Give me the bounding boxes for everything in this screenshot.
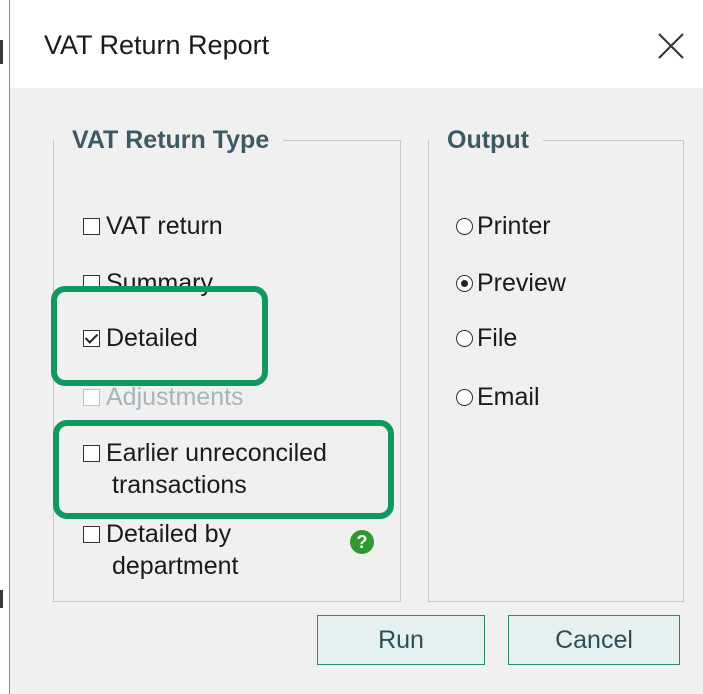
radio-circle	[456, 389, 473, 406]
checkbox-label: Summary	[106, 269, 213, 297]
radio-label: Printer	[477, 212, 551, 240]
checkbox-box	[83, 218, 100, 235]
checkbox-detailed[interactable]: Detailed	[83, 324, 198, 352]
cancel-button[interactable]: Cancel	[508, 615, 680, 665]
radio-label: Preview	[477, 269, 566, 297]
title-bar: VAT Return Report	[10, 0, 703, 88]
question-mark-icon[interactable]: ?	[350, 530, 374, 554]
checkbox-label-line2: transactions	[112, 471, 247, 499]
checkbox-label: Adjustments	[106, 383, 244, 411]
checkbox-detailed-by-department[interactable]: Detailed by department	[83, 520, 238, 580]
vat-return-report-dialog: VAT Return Report VAT Return Type VAT re…	[9, 0, 703, 694]
checkbox-label: Detailed by	[106, 520, 232, 548]
radio-circle	[456, 330, 473, 347]
close-button[interactable]	[653, 28, 689, 64]
checkbox-label: Earlier unreconciled	[106, 439, 327, 467]
radio-email[interactable]: Email	[456, 383, 540, 411]
radio-preview[interactable]: Preview	[456, 269, 566, 297]
vat-return-type-legend: VAT Return Type	[54, 125, 284, 155]
checkbox-box	[83, 526, 100, 543]
checkbox-box	[83, 275, 100, 292]
checkbox-box	[83, 389, 100, 406]
radio-printer[interactable]: Printer	[456, 212, 551, 240]
radio-label: File	[477, 324, 518, 352]
checkbox-earlier-unreconciled[interactable]: Earlier unreconciled transactions	[83, 439, 327, 499]
radio-label: Email	[477, 383, 540, 411]
checkbox-box-checked	[83, 330, 100, 347]
run-button[interactable]: Run	[317, 615, 485, 665]
close-icon	[658, 33, 684, 59]
background-edge-mark	[0, 590, 3, 608]
radio-file[interactable]: File	[456, 324, 517, 352]
checkbox-adjustments: Adjustments	[83, 383, 244, 411]
output-group: Output	[428, 125, 684, 602]
checkbox-box	[83, 445, 100, 462]
dialog-body: VAT Return Type VAT return Summary Detai…	[10, 88, 703, 694]
background-edge-mark	[0, 40, 3, 64]
radio-circle-selected	[456, 275, 473, 292]
dialog-title: VAT Return Report	[44, 30, 270, 60]
checkbox-summary[interactable]: Summary	[83, 269, 213, 297]
checkbox-label-line2: department	[112, 552, 239, 580]
checkbox-label: Detailed	[106, 324, 198, 352]
output-legend: Output	[429, 125, 543, 155]
screenshot-stage: VAT Return Report VAT Return Type VAT re…	[0, 0, 703, 694]
radio-circle	[456, 218, 473, 235]
checkbox-label: VAT return	[106, 212, 223, 240]
checkbox-vat-return[interactable]: VAT return	[83, 212, 223, 240]
